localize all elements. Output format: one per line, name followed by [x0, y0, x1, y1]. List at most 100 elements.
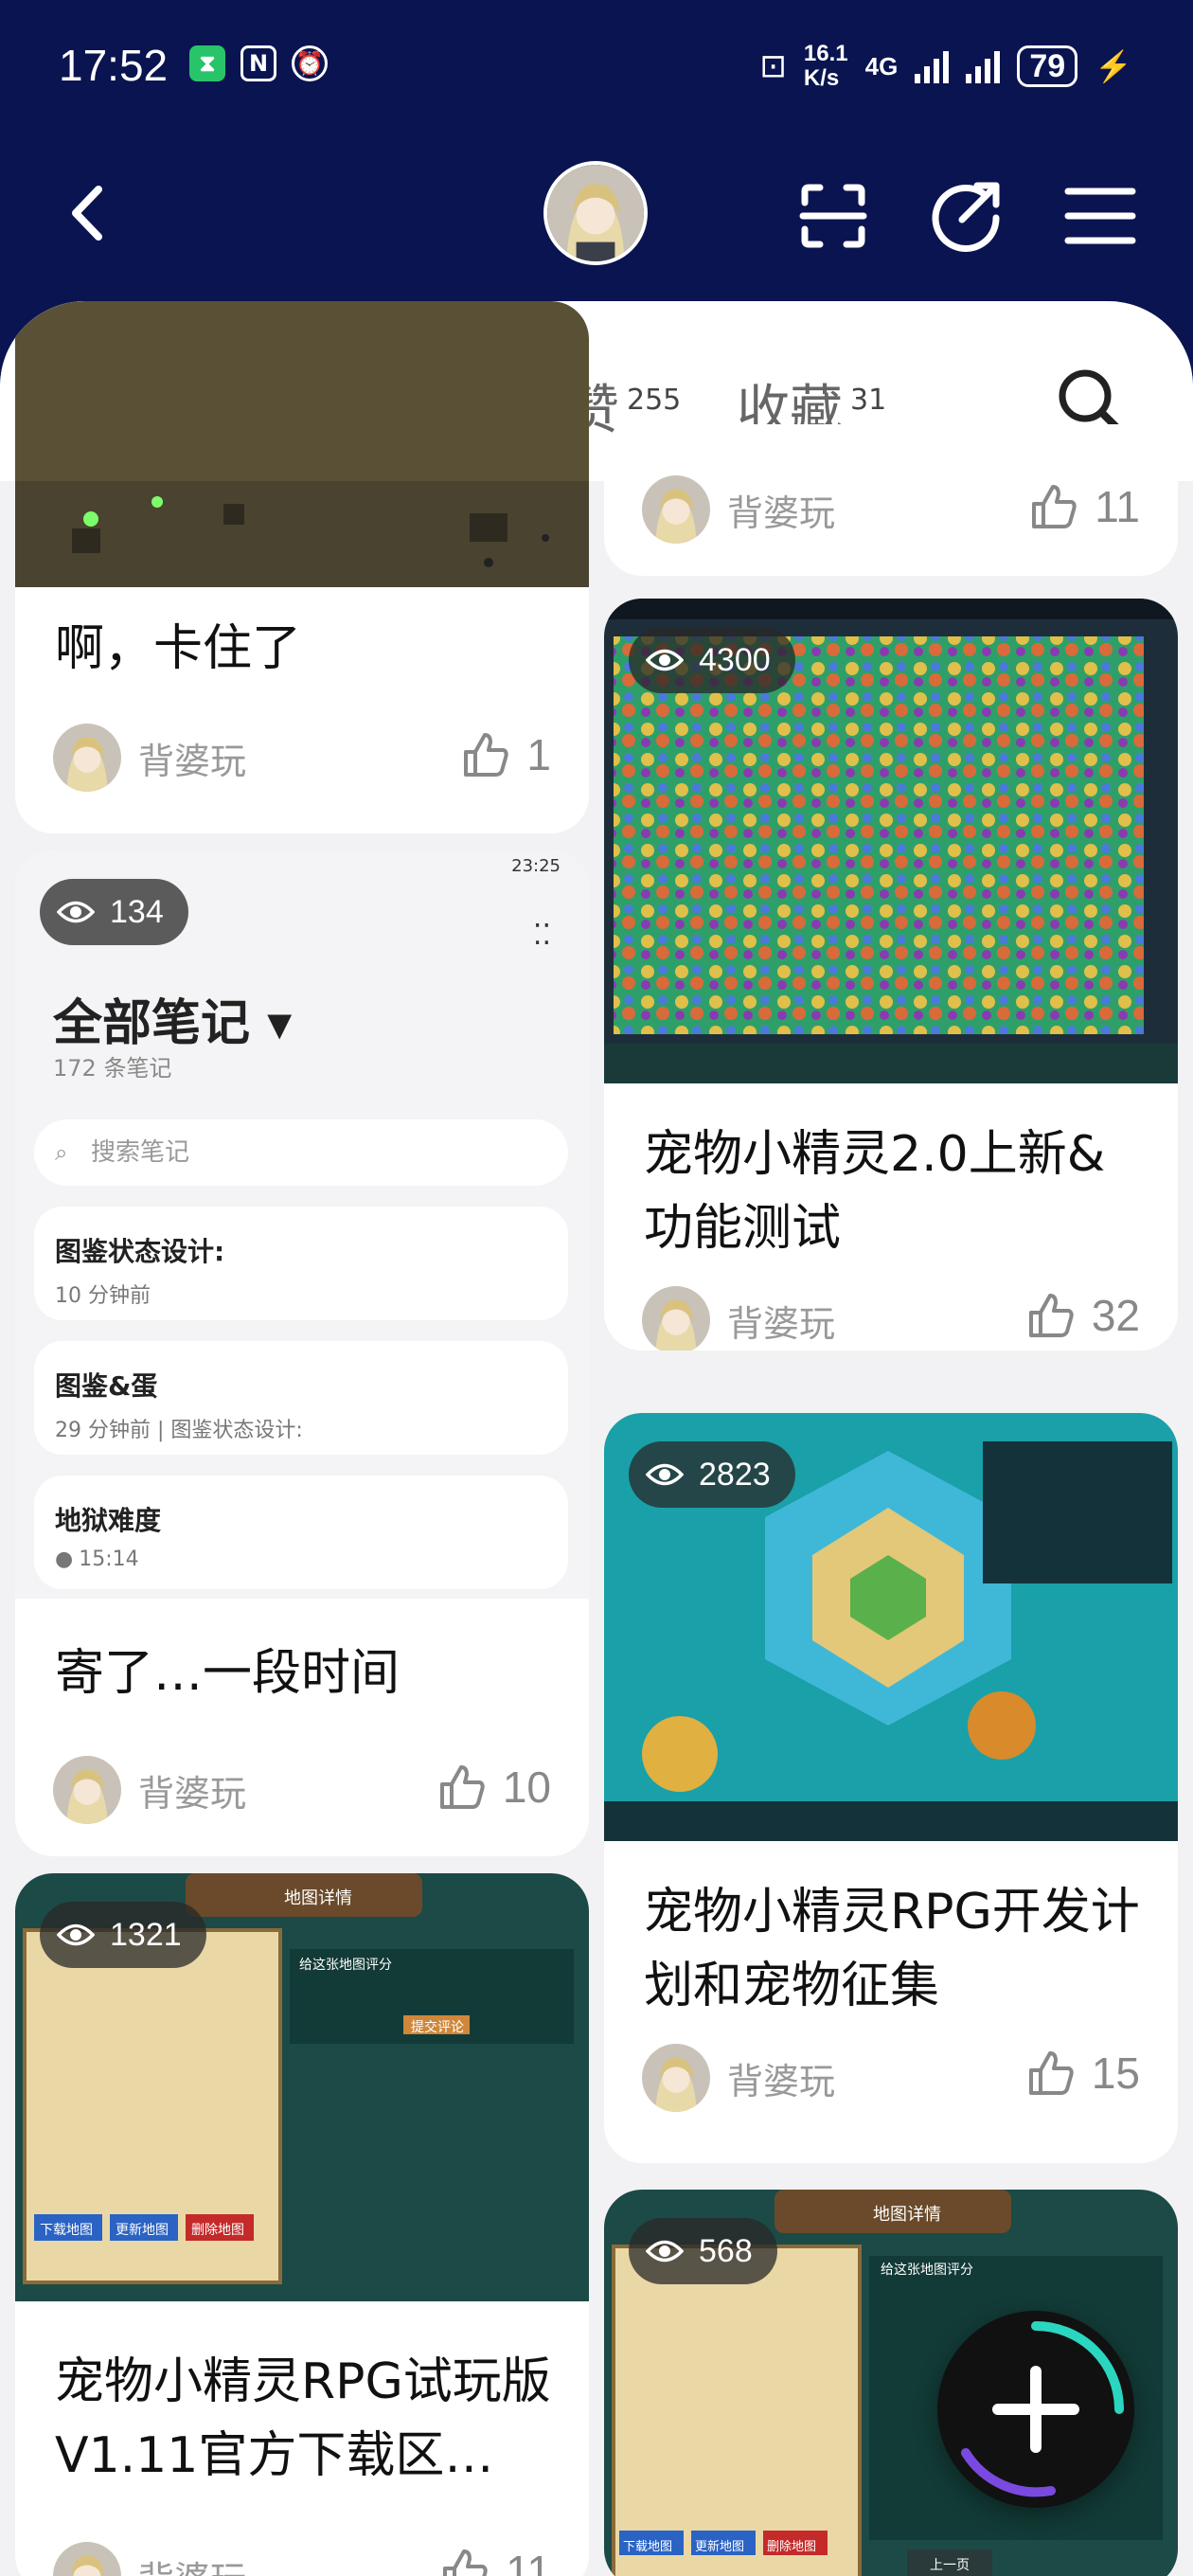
post-title: 寄了…一段时间 [55, 1645, 401, 1702]
tab-count: 31 [850, 384, 887, 418]
avatar-image [547, 165, 644, 261]
back-icon[interactable] [57, 180, 123, 246]
status-system-icons: ⊡ 16.1 K/s 4G 79 ⚡ [759, 42, 1132, 91]
delete-map-label: 删除地图 [767, 2540, 817, 2554]
signal-icon [915, 49, 950, 83]
author-name: 背婆玩 [138, 740, 247, 782]
update-map-label: 更新地图 [116, 2223, 169, 2238]
author-name: 背婆玩 [138, 2550, 246, 2576]
vibrate-icon: ⊡ [759, 48, 787, 84]
update-map-label: 更新地图 [695, 2540, 745, 2554]
more-dots-icon: ⁚⁚ [532, 919, 551, 952]
status-bar: 17:52 ⧗ N ⏰ ⊡ 16.1 K/s 4G 79 ⚡ [0, 0, 1193, 133]
like-button[interactable]: 1 [460, 729, 551, 780]
post-author[interactable]: 背婆玩 [642, 1286, 835, 1351]
eye-icon [646, 2240, 684, 2263]
thumbs-up-icon [443, 2549, 488, 2576]
top-navigation-bar [0, 152, 1193, 275]
network-type: 4G [864, 51, 899, 80]
notes-search: ⌕ 搜索笔记 [34, 1119, 568, 1186]
note-item: 地狱难度 ● 15:14 [34, 1476, 568, 1589]
post-title: 宠物小精灵RPG试玩版V1.11官方下载区… [55, 2353, 551, 2484]
thumbs-up-icon [464, 733, 509, 777]
view-count-badge: 568 [629, 2218, 777, 2284]
post-author[interactable]: 背婆玩 [642, 2044, 835, 2112]
eye-icon [57, 901, 95, 923]
rating-label: 给这张地图评分 [881, 2263, 973, 2278]
status-time: 17:52 [59, 41, 169, 90]
like-button[interactable]: 10 [436, 1762, 551, 1813]
view-count-badge: 2823 [629, 1441, 795, 1508]
thumbs-up-icon [439, 1765, 485, 1809]
game-screenshot [15, 301, 589, 587]
post-card[interactable]: 地图详情 给这张地图评分 提交评论 下载地图 更新地图 删除地图 1321 宠物… [15, 1873, 589, 2576]
scan-icon[interactable] [795, 178, 871, 254]
battery-level: 79 [1017, 45, 1078, 87]
status-notification-icons: ⧗ N ⏰ [189, 45, 328, 81]
create-post-button[interactable] [937, 2311, 1134, 2508]
note-item: 图鉴状态设计: 10 分钟前 [34, 1207, 568, 1320]
post-image: 23:25 ⁚⁚ 全部笔记 ▾ 172 条笔记 ⌕ 搜索笔记 图鉴状态设计: 10… [15, 850, 589, 1599]
view-count-badge: 4300 [629, 627, 795, 693]
post-card[interactable]: 背婆玩 11 [604, 424, 1178, 576]
post-card[interactable]: 2823 宠物小精灵RPG开发计划和宠物征集 背婆玩 15 [604, 1413, 1178, 2163]
author-avatar [642, 475, 710, 544]
author-name: 背婆玩 [138, 1772, 247, 1815]
post-card[interactable]: 4300 宠物小精灵2.0上新&功能测试 背婆玩 32 [604, 599, 1178, 1351]
author-name: 背婆玩 [727, 492, 836, 534]
notes-count: 172 条笔记 [53, 1055, 172, 1082]
menu-icon[interactable] [1062, 178, 1138, 254]
hourglass-icon: ⧗ [189, 45, 225, 81]
like-button[interactable]: 11 [1028, 481, 1140, 532]
nfc-icon: N [240, 45, 276, 81]
post-author[interactable]: 背婆玩 [53, 2542, 246, 2576]
post-title: 啊，卡住了 [55, 620, 302, 677]
prev-page-label: 上一页 [930, 2558, 970, 2573]
post-image [15, 301, 589, 587]
notes-title: 全部笔记 ▾ [53, 995, 293, 1052]
download-map-label: 下载地图 [40, 2223, 93, 2238]
post-author[interactable]: 背婆玩 [53, 724, 246, 792]
like-count: 1 [526, 730, 551, 779]
search-icon: ⌕ [55, 1139, 68, 1166]
clock-icon: ● 15:14 [55, 1547, 139, 1571]
profile-avatar[interactable] [543, 161, 648, 265]
map-details-header: 地图详情 [873, 2205, 941, 2225]
note-item: 图鉴&蛋 29 分钟前 | 图鉴状态设计: [34, 1341, 568, 1455]
content-sheet: 动态70 评价21 点赞255 收藏31 [0, 301, 1193, 2576]
thumbs-up-icon [1028, 1294, 1074, 1337]
like-button[interactable]: 11 [439, 2546, 551, 2576]
plus-icon [961, 2321, 1124, 2497]
author-name: 背婆玩 [727, 2060, 836, 2102]
alarm-icon: ⏰ [292, 45, 328, 81]
submit-label: 提交评论 [411, 2020, 464, 2035]
post-card[interactable]: 23:25 ⁚⁚ 全部笔记 ▾ 172 条笔记 ⌕ 搜索笔记 图鉴状态设计: 10… [15, 850, 589, 1856]
view-count-badge: 1321 [40, 1902, 206, 1968]
map-details-header: 地图详情 [284, 1888, 352, 1908]
rating-label: 给这张地图评分 [299, 1958, 392, 1973]
like-count: 11 [506, 2547, 551, 2576]
tab-count: 255 [627, 384, 682, 418]
post-card[interactable]: 啊，卡住了 背婆玩 1 [15, 301, 589, 833]
eye-icon [57, 1923, 95, 1946]
like-count: 10 [502, 1762, 551, 1812]
net-speed: 16.1 K/s [803, 41, 848, 91]
post-author[interactable]: 背婆玩 [53, 1756, 246, 1824]
author-avatar [53, 2542, 121, 2576]
screenshot-status-time: 23:25 [511, 856, 561, 876]
eye-icon [646, 649, 684, 671]
post-title: 宠物小精灵2.0上新&功能测试 [644, 1126, 1106, 1257]
post-author[interactable]: 背婆玩 [642, 475, 835, 544]
like-count: 15 [1091, 2048, 1140, 2098]
delete-map-label: 删除地图 [191, 2223, 244, 2238]
like-button[interactable]: 15 [1025, 2048, 1140, 2099]
eye-icon [646, 1463, 684, 1486]
share-icon[interactable] [928, 178, 1004, 254]
post-title: 宠物小精灵RPG开发计划和宠物征集 [644, 1884, 1140, 2014]
like-button[interactable]: 32 [1025, 1290, 1140, 1341]
author-name: 背婆玩 [727, 1302, 836, 1345]
author-avatar [53, 724, 121, 792]
like-count: 32 [1091, 1291, 1140, 1340]
download-map-label: 下载地图 [623, 2540, 673, 2554]
author-avatar [53, 1756, 121, 1824]
